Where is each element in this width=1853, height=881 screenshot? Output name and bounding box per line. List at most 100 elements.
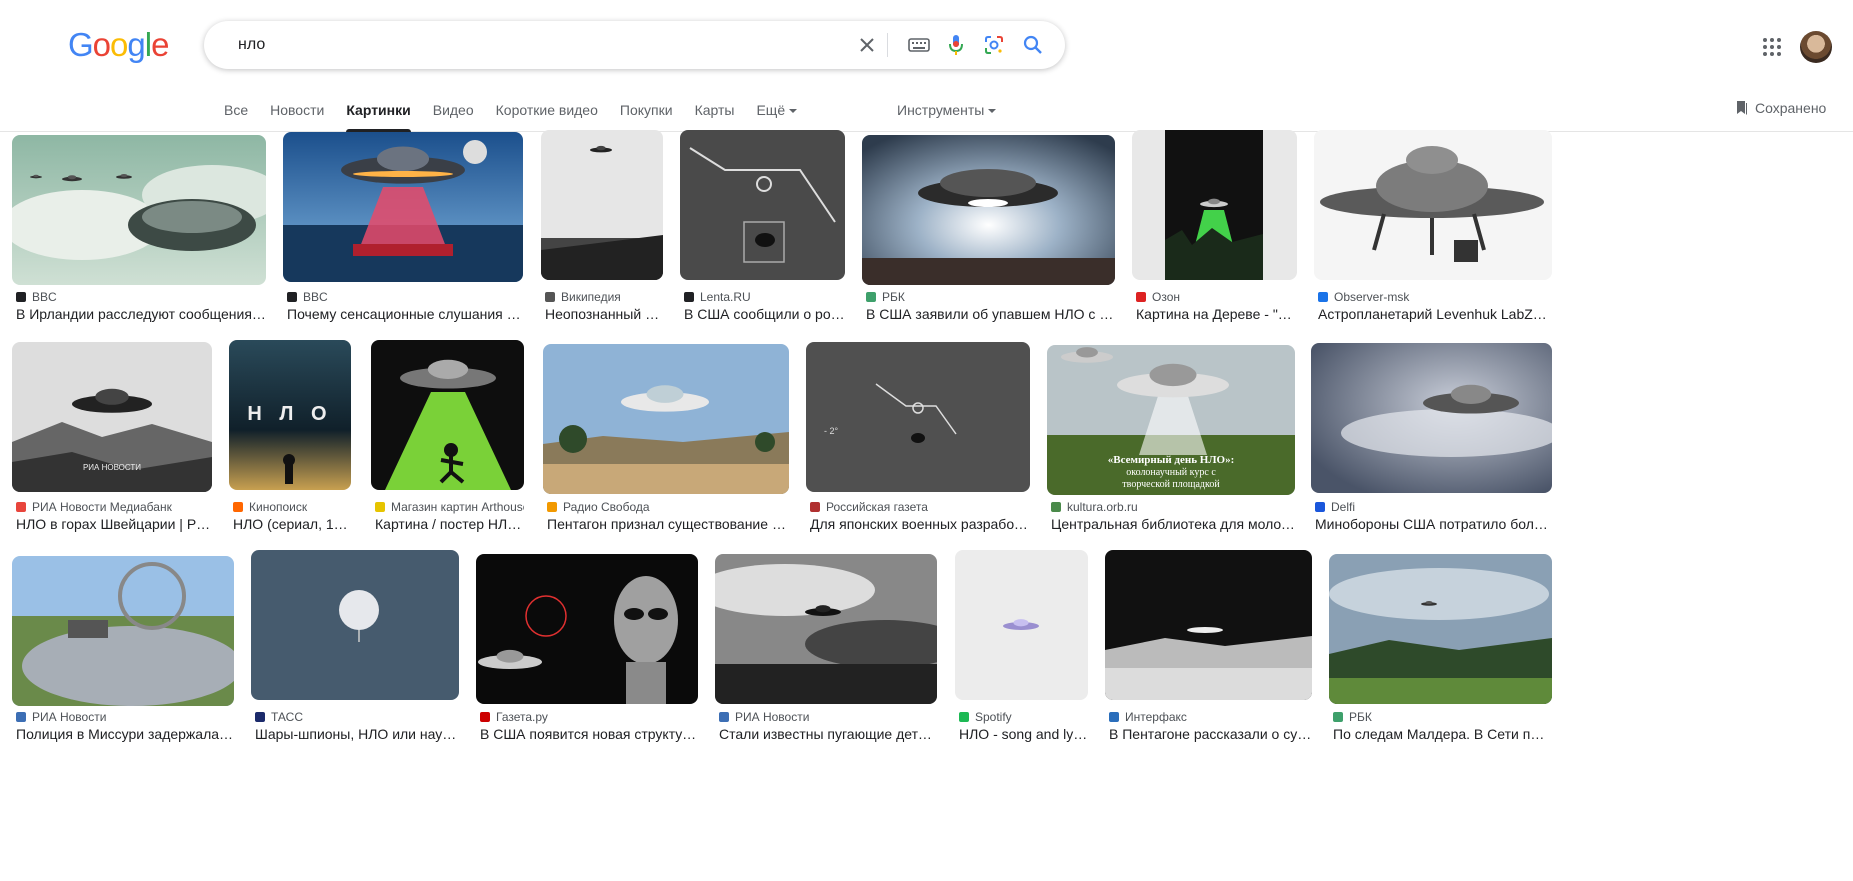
image-result-card[interactable]: РИА НОВОСТИ РИА Новости Медиабанк НЛО в го… (12, 342, 212, 542)
result-title-link[interactable]: Шары-шпионы, НЛО или научные... (255, 726, 459, 742)
google-logo[interactable]: Google (68, 28, 169, 62)
image-result-card[interactable]: РИА Новости Полиция в Миссури задержала "… (12, 552, 234, 752)
result-source[interactable]: РБК (1333, 710, 1552, 724)
image-thumbnail[interactable]: РИА НОВОСТИ (12, 342, 212, 492)
result-source[interactable]: Spotify (959, 710, 1088, 724)
image-thumbnail[interactable] (371, 340, 524, 490)
image-thumbnail[interactable] (1314, 130, 1552, 280)
result-source[interactable]: Lenta.RU (684, 290, 845, 304)
result-title-link[interactable]: Почему сенсационные слушания в Конгрессе… (287, 306, 523, 322)
result-source[interactable]: РИА Новости (16, 710, 234, 724)
image-result-card[interactable]: РИА Новости Стали известны пугающие детал… (715, 552, 937, 752)
result-source[interactable]: ТАСС (255, 710, 459, 724)
image-result-card[interactable]: Газета.ру В США появится новая структура … (476, 552, 698, 752)
lens-icon[interactable] (982, 33, 1006, 57)
tab-3[interactable]: Видео (433, 92, 474, 132)
image-result-card[interactable]: - 2° Российская газета Для японских военны… (806, 342, 1030, 542)
image-thumbnail[interactable]: «Всемирный день НЛО»: околонаучный курс с… (1047, 345, 1295, 495)
image-result-card[interactable]: Интерфакс В Пентагоне рассказали о сущест… (1105, 550, 1312, 752)
keyboard-icon[interactable] (907, 33, 931, 57)
image-thumbnail[interactable] (12, 556, 234, 706)
search-icon[interactable] (1021, 33, 1045, 57)
result-title-link[interactable]: В США заявили об упавшем НЛО с пришельца… (866, 306, 1115, 322)
result-source[interactable]: BBC (16, 290, 266, 304)
image-result-card[interactable]: РБК По следам Малдера. В Сети появилось..… (1329, 552, 1552, 752)
result-title-link[interactable]: Пентагон признал существование программы… (547, 516, 789, 532)
result-source[interactable]: Кинопоиск (233, 500, 351, 514)
image-result-card[interactable]: Lenta.RU В США сообщили о росте... (680, 130, 845, 332)
tab-1[interactable]: Новости (270, 92, 324, 132)
image-thumbnail[interactable] (283, 132, 523, 282)
image-result-card[interactable]: Delfi Минобороны США потратило более $2..… (1311, 342, 1552, 542)
clear-icon[interactable] (855, 33, 879, 57)
result-title-link[interactable]: Стали известны пугающие детали крушения.… (719, 726, 937, 742)
image-result-card[interactable]: Spotify НЛО - song and lyrics... (955, 550, 1088, 752)
tab-4[interactable]: Короткие видео (496, 92, 598, 132)
result-source[interactable]: Магазин картин Arthousef... (375, 500, 524, 514)
image-thumbnail[interactable] (543, 344, 789, 494)
result-title-link[interactable]: Картина / постер НЛО (... (375, 516, 524, 532)
result-source[interactable]: Википедия (545, 290, 663, 304)
result-source[interactable]: Российская газета (810, 500, 1030, 514)
result-source[interactable]: Озон (1136, 290, 1297, 304)
tab-2[interactable]: Картинки (346, 92, 412, 132)
image-thumbnail[interactable] (715, 554, 937, 704)
image-thumbnail[interactable] (476, 554, 698, 704)
tab-0[interactable]: Все (224, 92, 248, 132)
image-thumbnail[interactable] (680, 130, 845, 280)
image-thumbnail[interactable] (1329, 554, 1552, 704)
result-title-link[interactable]: В США сообщили о росте... (684, 306, 845, 322)
result-title-link[interactable]: НЛО (сериал, 1 сезон... (233, 516, 351, 532)
image-result-card[interactable]: ТАСС Шары-шпионы, НЛО или научные... (251, 550, 459, 752)
saved-button[interactable]: Сохранено (1735, 100, 1826, 116)
search-input[interactable] (238, 21, 838, 69)
image-thumbnail[interactable] (955, 550, 1088, 700)
result-title-link[interactable]: Центральная библиотека для молодежи... (1051, 516, 1295, 532)
image-thumbnail[interactable] (1132, 130, 1297, 280)
result-title-link[interactable]: Для японских военных разработали... (810, 516, 1030, 532)
result-source[interactable]: РИА Новости (719, 710, 937, 724)
image-result-card[interactable]: Википедия Неопознанный летающий... (541, 130, 663, 332)
image-result-card[interactable]: Озон Картина на Дереве - "НЛО... (1132, 130, 1297, 332)
result-title-link[interactable]: НЛО в горах Швейцарии | РИА... (16, 516, 212, 532)
result-source[interactable]: Observer-msk (1318, 290, 1552, 304)
image-result-card[interactable]: Радио Свобода Пентагон признал существова… (543, 342, 789, 542)
image-thumbnail[interactable] (1311, 343, 1552, 493)
tab-6[interactable]: Карты (695, 92, 735, 132)
microphone-icon[interactable] (944, 33, 968, 57)
result-source[interactable]: РБК (866, 290, 1115, 304)
image-thumbnail[interactable] (251, 550, 459, 700)
image-result-card[interactable]: «Всемирный день НЛО»: околонаучный курс с… (1047, 342, 1295, 542)
image-result-card[interactable]: BBC Почему сенсационные слушания в Конгре… (283, 132, 523, 332)
image-thumbnail[interactable] (541, 130, 663, 280)
result-title-link[interactable]: В Ирландии расследуют сообщения об НЛО..… (16, 306, 266, 322)
result-source[interactable]: РИА Новости Медиабанк (16, 500, 212, 514)
image-result-card[interactable]: Н Л О Кинопоиск НЛО (сериал, 1 сезон... (229, 340, 351, 542)
image-result-card[interactable]: BBC В Ирландии расследуют сообщения об НЛ… (12, 132, 266, 332)
result-title-link[interactable]: НЛО - song and lyrics... (959, 726, 1088, 742)
result-source[interactable]: Радио Свобода (547, 500, 789, 514)
result-title-link[interactable]: По следам Малдера. В Сети появилось... (1333, 726, 1552, 742)
image-result-card[interactable]: Observer-msk Астропланетарий Levenhuk Lab… (1314, 130, 1552, 332)
result-title-link[interactable]: В США появится новая структура для... (480, 726, 698, 742)
avatar[interactable] (1800, 31, 1832, 63)
image-result-card[interactable]: РБК В США заявили об упавшем НЛО с пришел… (862, 132, 1115, 332)
result-source[interactable]: BBC (287, 290, 523, 304)
result-title-link[interactable]: В Пентагоне рассказали о существовании..… (1109, 726, 1312, 742)
image-result-card[interactable]: Магазин картин Arthousef... Картина / пос… (371, 340, 524, 542)
tab-7[interactable]: Ещё (756, 92, 798, 132)
result-title-link[interactable]: Картина на Дереве - "НЛО... (1136, 306, 1297, 322)
result-title-link[interactable]: Полиция в Миссури задержала "НЛО... (16, 726, 234, 742)
image-thumbnail[interactable] (1105, 550, 1312, 700)
image-thumbnail[interactable] (12, 135, 266, 285)
image-thumbnail[interactable] (862, 135, 1115, 285)
image-thumbnail[interactable]: - 2° (806, 342, 1030, 492)
result-source[interactable]: Интерфакс (1109, 710, 1312, 724)
image-thumbnail[interactable]: Н Л О (229, 340, 351, 490)
tab-5[interactable]: Покупки (620, 92, 673, 132)
result-title-link[interactable]: Неопознанный летающий... (545, 306, 663, 322)
result-title-link[interactable]: Минобороны США потратило более $2... (1315, 516, 1552, 532)
apps-grid-icon[interactable] (1761, 36, 1783, 58)
result-source[interactable]: kultura.orb.ru (1051, 500, 1295, 514)
tools-dropdown[interactable]: Инструменты (897, 102, 997, 118)
